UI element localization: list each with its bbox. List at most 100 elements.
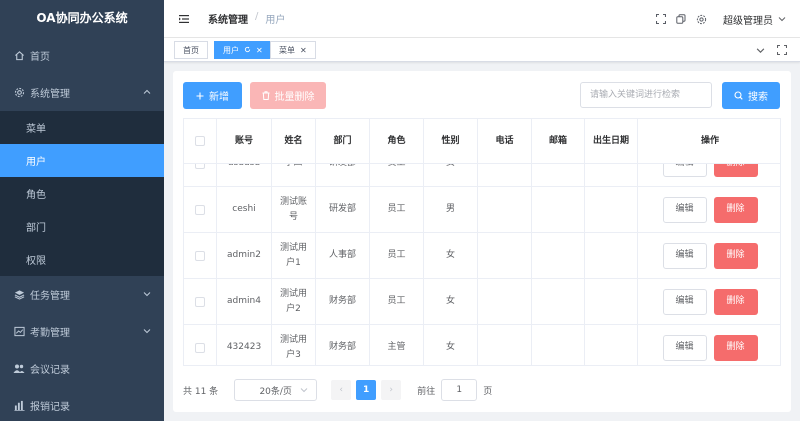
trash-icon <box>262 91 270 100</box>
row-select-cell <box>184 187 217 232</box>
chevron-down-icon <box>143 290 151 301</box>
batch-delete-button[interactable]: 批量删除 <box>250 82 326 109</box>
cell-dept: 财务部 <box>316 325 370 365</box>
tag-label: 首页 <box>183 45 199 55</box>
table-row: admin4 测试用户2 财务部 员工 女 编辑 删除 <box>184 279 780 325</box>
chevron-down-icon[interactable] <box>754 44 766 56</box>
sidebar-item-departments[interactable]: 部门 <box>0 210 164 243</box>
sidebar-item-system[interactable]: 系统管理 <box>0 74 164 111</box>
sidebar-item-label: 会议记录 <box>30 365 70 376</box>
sidebar-item-tasks[interactable]: 任务管理 <box>0 276 164 313</box>
cell-dept: 财务部 <box>316 279 370 324</box>
goto-label: 前往 <box>417 386 436 397</box>
col-email: 邮箱 <box>532 119 585 163</box>
delete-button[interactable]: 删除 <box>713 242 758 269</box>
search-input[interactable] <box>580 82 712 108</box>
cell-birth <box>585 164 638 186</box>
delete-button[interactable]: 删除 <box>713 288 758 315</box>
sidebar: OA协同办公系统 首页 系统管理 菜单 用户 角色 部门 权限 任务管理 考勤管… <box>0 0 164 421</box>
delete-button[interactable]: 删除 <box>713 196 758 223</box>
close-icon[interactable]: ✕ <box>300 46 307 55</box>
sidebar-item-attendance[interactable]: 考勤管理 <box>0 313 164 350</box>
row-checkbox[interactable] <box>195 342 205 353</box>
sidebar-item-meetings[interactable]: 会议记录 <box>0 350 164 387</box>
next-page-button[interactable]: › <box>381 380 402 400</box>
pagination: 共 11 条 20条/页 ‹ 1 › 前往 页 <box>183 379 492 401</box>
users-card: 新增 批量删除 搜索 账号 姓名 部门 角色 性别 电话 邮箱 出生日期 操作 <box>173 71 791 412</box>
page-number-current[interactable]: 1 <box>356 380 377 400</box>
edit-button[interactable]: 编辑 <box>662 334 707 361</box>
tag-users[interactable]: 用户 ✕ <box>214 41 272 59</box>
chevron-down-icon <box>143 327 151 338</box>
user-dropdown[interactable]: 超级管理员 <box>723 12 786 27</box>
cell-name: 测试用户1 <box>272 233 316 278</box>
row-checkbox[interactable] <box>195 250 205 261</box>
row-select-cell <box>184 325 217 365</box>
search-icon <box>734 91 743 100</box>
cell-account: dsddsd <box>217 164 272 186</box>
add-button[interactable]: 新增 <box>183 82 242 109</box>
cell-role: 员工 <box>370 187 424 232</box>
cell-email <box>532 325 585 365</box>
select-all-checkbox[interactable] <box>195 136 205 146</box>
breadcrumb-system[interactable]: 系统管理 <box>208 11 248 26</box>
table-row: admin2 测试用户1 人事部 员工 女 编辑 删除 <box>184 233 780 279</box>
cell-account: 432423 <box>217 325 272 365</box>
table-header: 账号 姓名 部门 角色 性别 电话 邮箱 出生日期 操作 <box>184 119 780 164</box>
navbar-right: 超级管理员 <box>647 0 786 38</box>
delete-button[interactable]: 删除 <box>713 334 758 361</box>
edit-button[interactable]: 编辑 <box>662 196 707 223</box>
tag-home[interactable]: 首页 <box>174 41 208 59</box>
search-button[interactable]: 搜索 <box>722 82 780 109</box>
cell-dept: 研发部 <box>316 164 370 186</box>
sidebar-item-users[interactable]: 用户 <box>0 144 164 177</box>
table-rows: dsddsd 李四 研发部 员工 女 编辑 删除 <box>184 164 780 365</box>
edit-button[interactable]: 编辑 <box>662 164 707 177</box>
fullscreen-icon[interactable] <box>655 13 667 25</box>
home-icon <box>13 50 25 62</box>
close-icon[interactable]: ✕ <box>256 46 263 55</box>
sidebar-item-menu[interactable]: 菜单 <box>0 111 164 144</box>
col-actions: 操作 <box>700 135 719 146</box>
tag-menu[interactable]: 菜单 ✕ <box>270 41 316 59</box>
sidebar-item-home[interactable]: 首页 <box>0 37 164 74</box>
sidebar-item-roles[interactable]: 角色 <box>0 177 164 210</box>
col-gender: 性别 <box>424 119 478 163</box>
cell-name: 测试用户3 <box>272 325 316 365</box>
cell-actions: 编辑 删除 <box>638 164 780 186</box>
cell-name: 李四 <box>272 164 316 186</box>
table-body: dsddsd 李四 研发部 员工 女 编辑 删除 <box>184 164 780 365</box>
row-select-cell <box>184 164 217 186</box>
breadcrumb-separator: / <box>255 11 259 22</box>
col-birth: 出生日期 <box>585 119 638 163</box>
table-row: dsddsd 李四 研发部 员工 女 编辑 删除 <box>184 164 780 187</box>
edit-button[interactable]: 编辑 <box>662 242 707 269</box>
row-checkbox[interactable] <box>195 204 205 215</box>
cell-birth <box>585 325 638 365</box>
delete-button[interactable]: 删除 <box>713 164 758 177</box>
settings-icon[interactable] <box>695 13 707 25</box>
sidebar-item-permissions[interactable]: 权限 <box>0 243 164 276</box>
refresh-icon[interactable] <box>244 46 251 55</box>
goto-page-input[interactable] <box>441 379 478 401</box>
navbar: 系统管理 / 用户 超级管理员 <box>164 0 800 38</box>
cell-gender: 女 <box>424 233 478 278</box>
row-checkbox[interactable] <box>195 164 205 169</box>
copy-icon[interactable] <box>675 13 687 25</box>
cell-name: 测试账号 <box>272 187 316 232</box>
page-size-value: 20条/页 <box>259 386 292 397</box>
cell-dept: 研发部 <box>316 187 370 232</box>
cell-role: 员工 <box>370 279 424 324</box>
col-dept: 部门 <box>316 119 370 163</box>
prev-page-button[interactable]: ‹ <box>331 380 352 400</box>
hamburger-icon[interactable] <box>178 13 190 25</box>
row-checkbox[interactable] <box>195 296 205 307</box>
cell-phone <box>478 325 532 365</box>
edit-button[interactable]: 编辑 <box>662 288 707 315</box>
col-phone: 电话 <box>478 119 532 163</box>
sidebar-item-reimbursement[interactable]: 报销记录 <box>0 387 164 421</box>
fullscreen-icon[interactable] <box>776 44 788 56</box>
page-size-select[interactable]: 20条/页 <box>234 379 318 401</box>
system-submenu: 菜单 用户 角色 部门 权限 <box>0 111 164 276</box>
cell-gender: 女 <box>424 279 478 324</box>
